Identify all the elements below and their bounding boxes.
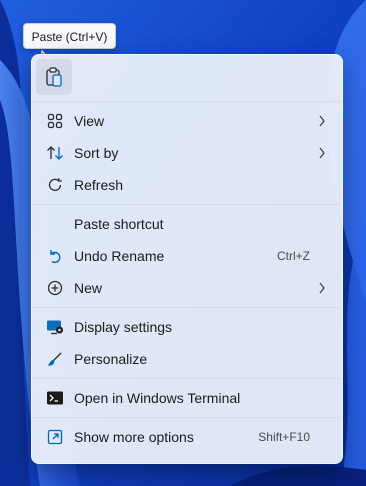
new-icon xyxy=(46,279,64,297)
paste-icon xyxy=(46,67,62,87)
menu-item-undo-rename[interactable]: Undo Rename Ctrl+Z xyxy=(32,240,342,272)
undo-icon xyxy=(46,247,64,265)
menu-item-sort-by[interactable]: Sort by xyxy=(32,137,342,169)
refresh-icon xyxy=(46,176,64,194)
display-icon xyxy=(46,318,64,336)
sort-icon xyxy=(46,144,64,162)
menu-item-label: Personalize xyxy=(74,351,148,367)
menu-item-label: New xyxy=(74,280,103,296)
menu-item-label: Open in Windows Terminal xyxy=(74,390,241,406)
more-options-icon xyxy=(46,428,64,446)
keyboard-shortcut: Ctrl+Z xyxy=(277,249,310,263)
menu-item-label: Paste shortcut xyxy=(74,216,164,232)
terminal-icon xyxy=(46,389,64,407)
paste-tooltip: Paste (Ctrl+V) xyxy=(23,23,116,49)
menu-item-paste-shortcut[interactable]: Paste shortcut xyxy=(32,208,342,240)
grid-icon xyxy=(46,112,64,130)
chevron-right-icon xyxy=(319,147,325,159)
menu-item-label: Refresh xyxy=(74,177,124,193)
menu-item-personalize[interactable]: Personalize xyxy=(32,343,342,375)
menu-item-open-terminal[interactable]: Open in Windows Terminal xyxy=(32,382,342,414)
menu-item-new[interactable]: New xyxy=(32,272,342,304)
chevron-right-icon xyxy=(319,282,325,294)
menu-item-label: Show more options xyxy=(74,429,194,445)
menu-item-show-more-options[interactable]: Show more options Shift+F10 xyxy=(32,421,342,453)
keyboard-shortcut: Shift+F10 xyxy=(258,430,310,444)
menu-item-label: Display settings xyxy=(74,319,173,335)
menu-item-label: Undo Rename xyxy=(74,248,165,264)
chevron-right-icon xyxy=(319,115,325,127)
menu-item-label: Sort by xyxy=(74,145,119,161)
context-menu-toolbar xyxy=(32,55,342,101)
menu-item-refresh[interactable]: Refresh xyxy=(32,169,342,201)
desktop-context-menu: View Sort by Refresh Paste shortcut Undo… xyxy=(31,54,343,464)
paste-button[interactable] xyxy=(36,59,72,95)
brush-icon xyxy=(46,350,64,368)
menu-item-label: View xyxy=(74,113,105,129)
menu-item-view[interactable]: View xyxy=(32,105,342,137)
menu-item-display-settings[interactable]: Display settings xyxy=(32,311,342,343)
